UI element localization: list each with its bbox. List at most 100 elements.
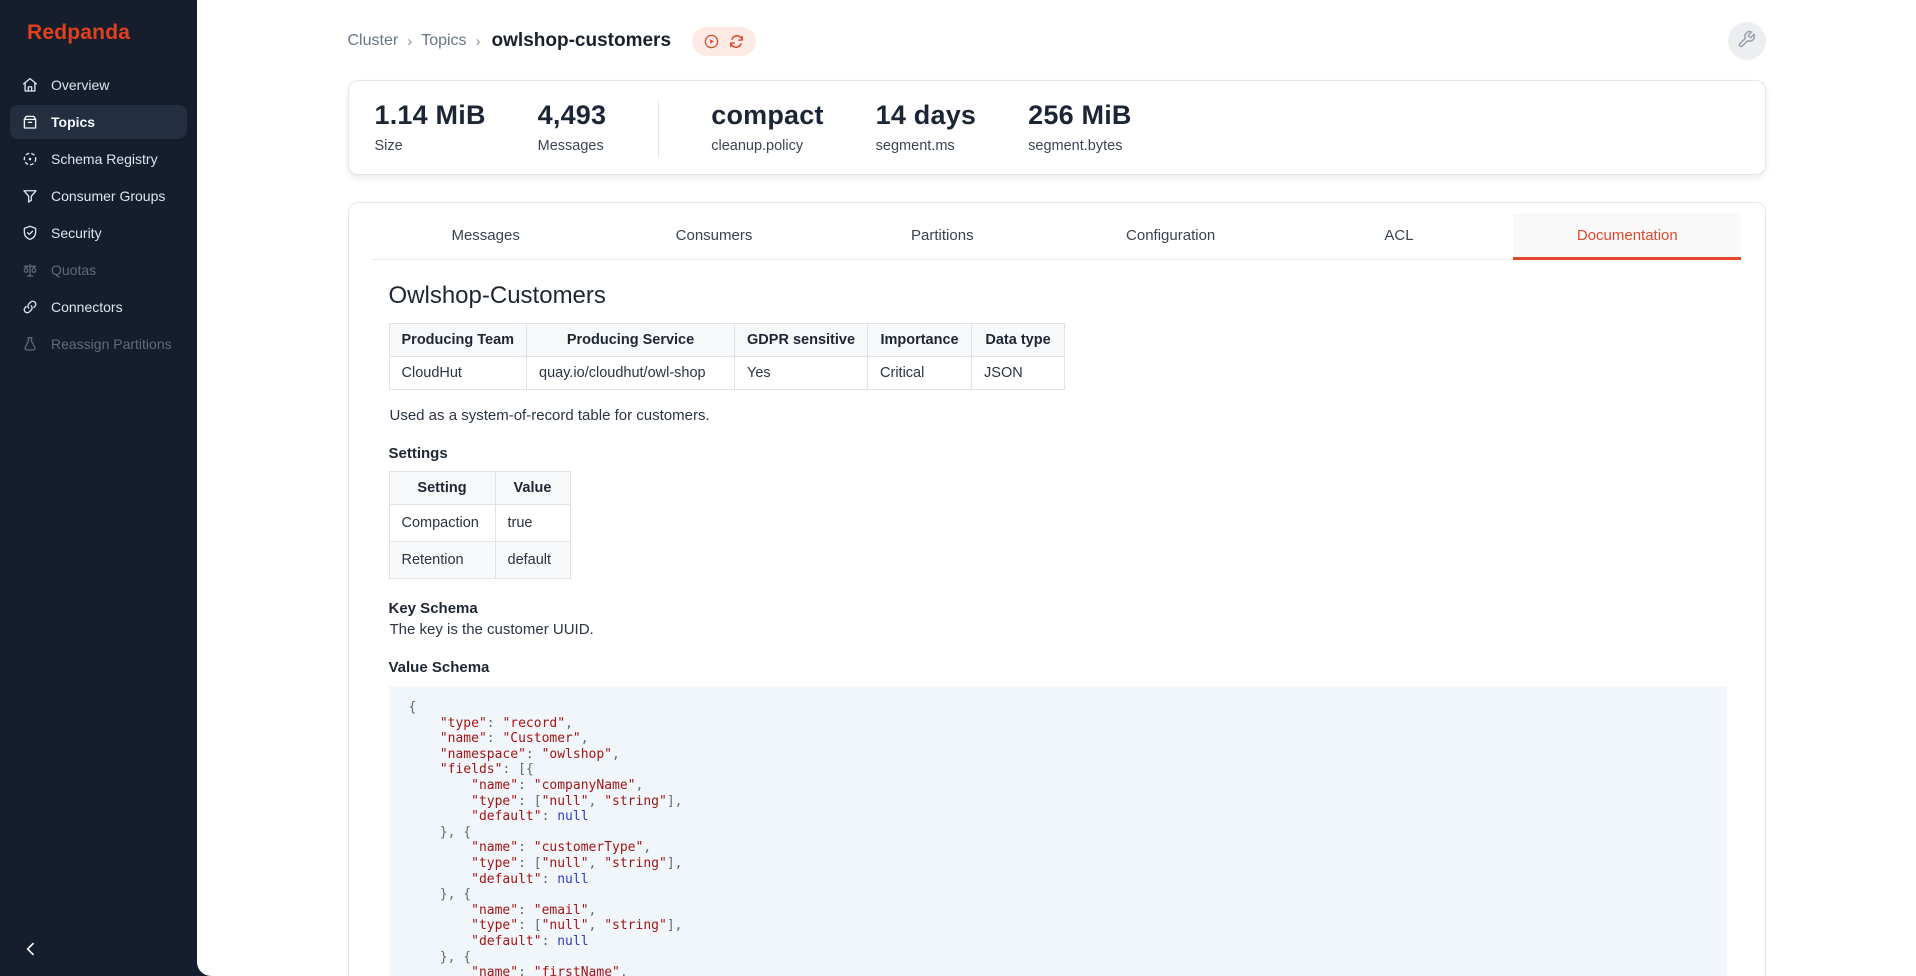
sidebar-item-label: Reassign Partitions <box>51 336 172 352</box>
settings-heading: Settings <box>389 445 1725 462</box>
table-row: Compactiontrue <box>389 505 570 542</box>
table-row: CloudHutquay.io/cloudhut/owl-shopYesCrit… <box>389 357 1065 390</box>
stat-label: Size <box>375 138 486 154</box>
play-button[interactable] <box>701 31 722 52</box>
sidebar: Redpanda Overview Topics Schema Registry Co… <box>0 0 197 976</box>
schema-registry-icon <box>21 150 39 168</box>
stat-cleanup-policy: compact cleanup.policy <box>711 100 823 154</box>
topics-box-icon <box>21 113 39 131</box>
value-schema-code-block: { "type": "record", "name": "Customer", … <box>389 686 1727 976</box>
breadcrumb-separator-icon: › <box>476 33 481 50</box>
table-cell: true <box>495 505 570 542</box>
collapse-sidebar-button[interactable] <box>14 932 48 966</box>
sidebar-item-label: Overview <box>51 77 109 93</box>
stat-label: segment.ms <box>876 138 976 154</box>
stat-label: Messages <box>538 138 607 154</box>
stat-segment-bytes: 256 MiB segment.bytes <box>1028 100 1131 154</box>
key-schema-text: The key is the customer UUID. <box>390 621 1725 638</box>
tab-messages[interactable]: Messages <box>372 213 600 259</box>
settings-table: SettingValueCompactiontrueRetentiondefau… <box>389 471 571 579</box>
topic-detail-card: MessagesConsumersPartitionsConfiguration… <box>348 202 1766 976</box>
sidebar-item-overview[interactable]: Overview <box>10 68 187 102</box>
sidebar-item-label: Topics <box>51 114 95 130</box>
breadcrumb-cluster[interactable]: Cluster <box>348 32 399 50</box>
tab-documentation[interactable]: Documentation <box>1513 213 1741 259</box>
redpanda-logo: Redpanda <box>0 0 197 65</box>
stat-value: compact <box>711 100 823 131</box>
table-cell: Yes <box>735 357 868 390</box>
tab-consumers[interactable]: Consumers <box>600 213 828 259</box>
doc-heading: Owlshop-Customers <box>389 282 1725 310</box>
stat-messages: 4,493 Messages <box>538 100 607 154</box>
reassign-partitions-flask-icon <box>21 335 39 353</box>
table-cell: CloudHut <box>389 357 527 390</box>
tab-configuration[interactable]: Configuration <box>1056 213 1284 259</box>
security-shield-icon <box>21 224 39 242</box>
table-header-cell: Data type <box>972 324 1065 357</box>
consumer-groups-filter-icon <box>21 187 39 205</box>
home-icon <box>21 76 39 94</box>
table-cell: quay.io/cloudhut/owl-shop <box>527 357 735 390</box>
topic-actions-pill <box>692 27 756 56</box>
stat-value: 256 MiB <box>1028 100 1131 131</box>
sidebar-item-label: Quotas <box>51 262 96 278</box>
table-header-cell: Importance <box>868 324 972 357</box>
stat-segment-ms: 14 days segment.ms <box>876 100 976 154</box>
tab-acl[interactable]: ACL <box>1285 213 1513 259</box>
table-cell: default <box>495 542 570 579</box>
table-cell: Compaction <box>389 505 495 542</box>
sidebar-item-schema-registry[interactable]: Schema Registry <box>10 142 187 176</box>
stat-value: 1.14 MiB <box>375 100 486 131</box>
tab-bar: MessagesConsumersPartitionsConfiguration… <box>372 213 1742 260</box>
stat-label: segment.bytes <box>1028 138 1131 154</box>
quotas-scale-icon <box>21 261 39 279</box>
table-header-cell: Value <box>495 472 570 505</box>
main-area: Cluster › Topics › owlshop-customers <box>197 0 1916 976</box>
table-header-cell: Producing Service <box>527 324 735 357</box>
stat-label: cleanup.policy <box>711 138 823 154</box>
table-cell: JSON <box>972 357 1065 390</box>
page-title: owlshop-customers <box>492 30 671 52</box>
chevron-left-icon <box>14 939 48 959</box>
stats-divider <box>658 100 659 158</box>
table-header-cell: GDPR sensitive <box>735 324 868 357</box>
app-window: Redpanda Overview Topics Schema Registry Co… <box>0 0 1916 976</box>
play-circle-icon <box>701 33 722 50</box>
table-cell: Critical <box>868 357 972 390</box>
value-schema-heading: Value Schema <box>389 659 1725 676</box>
key-schema-heading: Key Schema <box>389 600 1725 617</box>
breadcrumb-separator-icon: › <box>407 33 412 50</box>
refresh-icon <box>726 33 747 50</box>
top-bar: Cluster › Topics › owlshop-customers <box>348 0 1766 60</box>
sidebar-item-security[interactable]: Security <box>10 216 187 250</box>
table-header-cell: Producing Team <box>389 324 527 357</box>
sidebar-nav: Overview Topics Schema Registry Consumer Gr… <box>0 68 197 361</box>
table-header-row: SettingValue <box>389 472 570 505</box>
sidebar-item-label: Schema Registry <box>51 151 158 167</box>
breadcrumb: Cluster › Topics › owlshop-customers <box>348 27 757 56</box>
sidebar-item-consumer-groups[interactable]: Consumer Groups <box>10 179 187 213</box>
stat-value: 14 days <box>876 100 976 131</box>
preferences-button[interactable] <box>1728 22 1766 60</box>
table-row: Retentiondefault <box>389 542 570 579</box>
stat-size: 1.14 MiB Size <box>375 100 486 154</box>
stat-value: 4,493 <box>538 100 607 131</box>
sidebar-item-label: Security <box>51 225 102 241</box>
documentation-panel: Owlshop-Customers Producing TeamProducin… <box>372 282 1742 976</box>
sidebar-item-quotas[interactable]: Quotas <box>10 253 187 287</box>
table-cell: Retention <box>389 542 495 579</box>
sidebar-item-reassign-partitions[interactable]: Reassign Partitions <box>10 327 187 361</box>
topic-stats-card: 1.14 MiB Size 4,493 Messages compact cleanup.… <box>348 80 1766 175</box>
doc-description: Used as a system-of-record table for cus… <box>390 407 1725 424</box>
wrench-icon <box>1737 30 1756 52</box>
tab-partitions[interactable]: Partitions <box>828 213 1056 259</box>
refresh-button[interactable] <box>726 31 747 52</box>
sidebar-item-topics[interactable]: Topics <box>10 105 187 139</box>
sidebar-item-connectors[interactable]: Connectors <box>10 290 187 324</box>
connectors-link-icon <box>21 298 39 316</box>
table-header-row: Producing TeamProducing ServiceGDPR sens… <box>389 324 1065 357</box>
breadcrumb-topics[interactable]: Topics <box>421 32 466 50</box>
sidebar-item-label: Consumer Groups <box>51 188 165 204</box>
producing-info-table: Producing TeamProducing ServiceGDPR sens… <box>389 323 1066 390</box>
sidebar-item-label: Connectors <box>51 299 123 315</box>
